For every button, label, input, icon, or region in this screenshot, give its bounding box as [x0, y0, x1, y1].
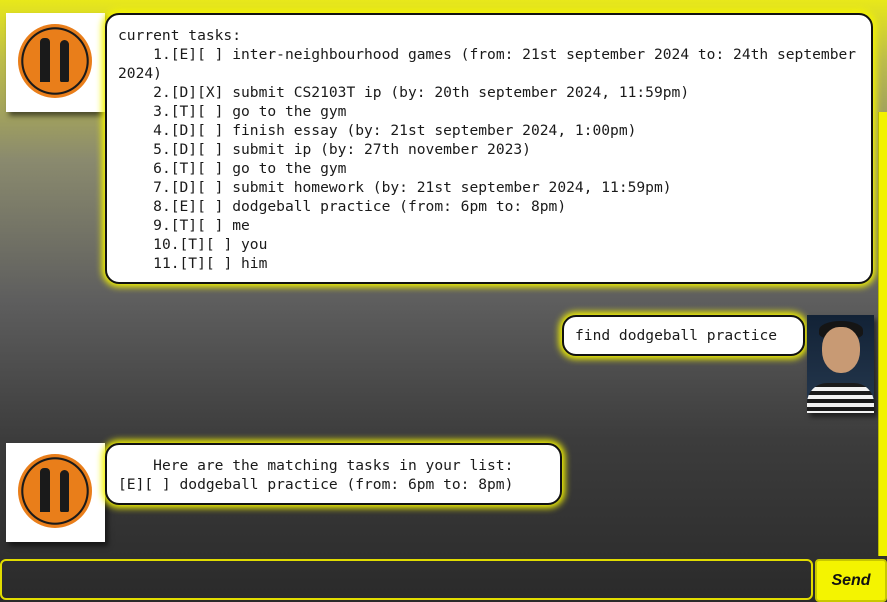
message-input[interactable] — [0, 559, 813, 600]
user-photo-icon — [822, 327, 860, 373]
user-avatar — [807, 315, 874, 413]
user-message: find dodgeball practice — [562, 315, 805, 356]
bot-message-task-list: current tasks: 1.[E][ ] inter-neighbourh… — [105, 13, 873, 284]
greek-vase-logo-icon — [18, 24, 92, 98]
vertical-scrollbar[interactable] — [878, 112, 887, 556]
user-shirt — [807, 383, 874, 413]
bot-avatar — [6, 13, 105, 112]
dialog-container[interactable]: current tasks: 1.[E][ ] inter-neighbourh… — [0, 0, 878, 556]
greek-vase-logo-icon — [18, 454, 92, 528]
bot-avatar-2 — [6, 443, 105, 542]
bot-message-find-results: Here are the matching tasks in your list… — [105, 443, 562, 505]
send-button[interactable]: Send — [815, 559, 887, 602]
